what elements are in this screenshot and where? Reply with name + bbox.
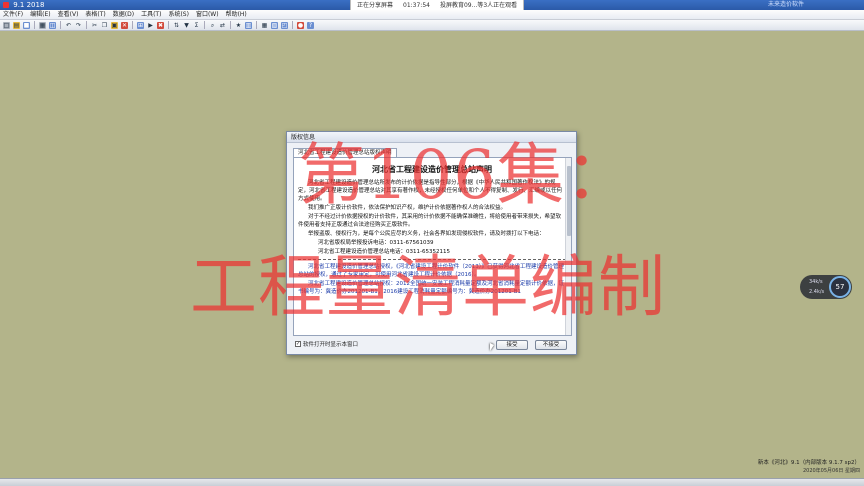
insert-row-icon[interactable]: ⊞ <box>137 21 144 29</box>
help-icon[interactable]: ? <box>307 21 314 29</box>
menu-item-5[interactable]: 工具(T) <box>141 10 161 19</box>
toolbar-separator <box>256 21 257 29</box>
menu-item-8[interactable]: 帮助(H) <box>226 10 247 19</box>
calc-icon[interactable]: Σ <box>193 22 200 29</box>
toolbar-separator <box>204 21 205 29</box>
toolbar-separator <box>230 21 231 29</box>
new-file-icon[interactable]: □ <box>3 21 10 29</box>
user-icon[interactable]: ● <box>297 21 304 29</box>
toolbar-separator <box>132 21 133 29</box>
search-icon[interactable]: ⌕ <box>209 22 216 29</box>
menu-bar: 文件(F) 编辑(E) 查看(V) 表格(T) 数据(D) 工具(T) 系统(S) 窗口(W)… <box>0 10 864 20</box>
toolbar: □ ▤ ■ ▦ ◫ ↶ ↷ ✂ ❐ ▣ ✕ ⊞ ▶ ✖ ⇅ ▼ Σ ⌕ ⇄ ★ ▥ ▦ ▧ ◰ ●? <box>0 20 864 31</box>
statement-paragraph: 举报盗版、侵权行为，是每个公民应尽的义务，社会各界如发现侵权软件，请及时拨打以下… <box>308 231 545 237</box>
filter-icon[interactable]: ▼ <box>183 22 190 29</box>
show-on-startup-label: 软件打开时显示本窗口 <box>303 342 359 348</box>
close-x-icon[interactable]: ✖ <box>157 21 164 29</box>
menu-item-7[interactable]: 窗口(W) <box>196 10 219 19</box>
statement-paragraph: 对于不经过计价依据授权的计价软件，其采用的计价依据不能确保准确性，将给使用者带来… <box>298 214 562 228</box>
window-icon[interactable]: ◰ <box>281 21 288 29</box>
accept-button[interactable]: 接受 <box>496 340 528 350</box>
titlebar-right-info: 未来造价软件 <box>767 1 804 8</box>
cut-icon[interactable]: ✂ <box>91 22 98 29</box>
print-icon[interactable]: ▦ <box>39 21 46 29</box>
toolbar-separator <box>60 21 61 29</box>
open-icon[interactable]: ▤ <box>13 21 20 29</box>
grid-icon[interactable]: ▦ <box>261 22 268 29</box>
mouse-cursor-icon <box>490 343 494 351</box>
taskbar <box>0 478 864 486</box>
download-speed: 2.4k/s <box>809 289 825 295</box>
undo-icon[interactable]: ↶ <box>65 22 72 29</box>
menu-item-4[interactable]: 数据(D) <box>113 10 134 19</box>
arrow-right-icon[interactable]: ▶ <box>147 22 154 29</box>
usage-gauge: 57 <box>829 276 851 298</box>
network-speed-widget[interactable]: 34k/s 2.4k/s 57 <box>800 275 852 299</box>
table-icon[interactable]: ▥ <box>245 21 252 29</box>
episode-overlay-title: 第106集： <box>298 136 633 214</box>
version-status: 新本《河北》9.1（内部版本 9.1.7 sp2） 2020年05月06日 星期… <box>758 459 860 475</box>
paste-icon[interactable]: ▣ <box>111 21 118 29</box>
upload-speed: 34k/s <box>809 279 823 285</box>
toolbar-separator <box>34 21 35 29</box>
decline-button[interactable]: 不接受 <box>535 340 567 350</box>
menu-item-0[interactable]: 文件(F) <box>3 10 23 19</box>
show-on-startup-checkbox[interactable]: ✓ <box>295 341 301 347</box>
menu-item-3[interactable]: 表格(T) <box>85 10 105 19</box>
toolbar-separator <box>168 21 169 29</box>
version-text: 新本《河北》9.1（内部版本 9.1.7 sp2） <box>757 460 860 466</box>
toolbar-separator <box>292 21 293 29</box>
window-title: 9.1 2018 <box>13 1 45 9</box>
menu-item-1[interactable]: 编辑(E) <box>30 10 50 19</box>
toolbar-separator <box>86 21 87 29</box>
contact-line: 河北省版权局举报投诉电话：0311-67561039 <box>318 240 434 246</box>
layout-icon[interactable]: ▧ <box>271 21 278 29</box>
copy-icon[interactable]: ❐ <box>101 22 108 29</box>
menu-item-6[interactable]: 系统(S) <box>168 10 189 19</box>
sort-icon[interactable]: ⇅ <box>173 22 180 29</box>
save-icon[interactable]: ■ <box>23 21 30 29</box>
redo-icon[interactable]: ↷ <box>75 22 82 29</box>
preview-icon[interactable]: ◫ <box>49 21 56 29</box>
menu-item-2[interactable]: 查看(V) <box>58 10 79 19</box>
replace-icon[interactable]: ⇄ <box>219 22 226 29</box>
delete-icon[interactable]: ✕ <box>121 21 128 29</box>
episode-overlay-subtitle: 工程量清单编制 <box>190 248 666 326</box>
app-logo-icon <box>3 2 9 8</box>
show-on-startup-row[interactable]: ✓ 软件打开时显示本窗口 <box>295 340 358 348</box>
star-icon[interactable]: ★ <box>235 22 242 29</box>
date-text: 2020年05月06日 星期四 <box>802 468 860 474</box>
